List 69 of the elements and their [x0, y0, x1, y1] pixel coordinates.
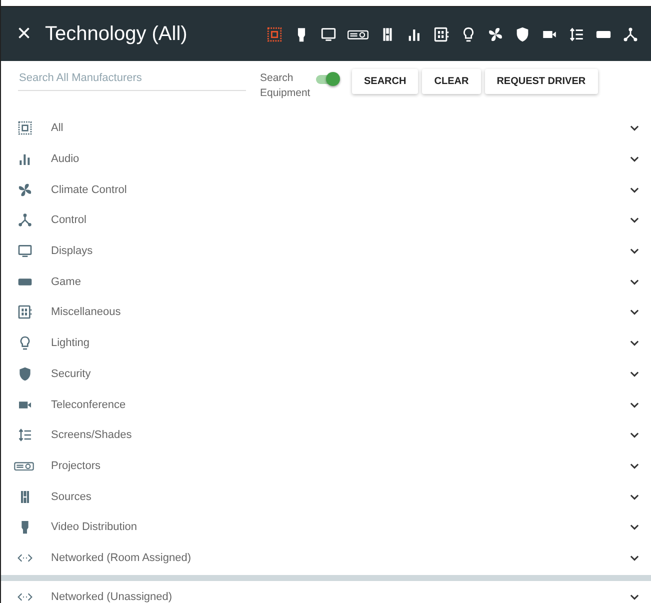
- category-row[interactable]: Networked (Unassigned): [1, 581, 651, 603]
- category-label: Climate Control: [51, 184, 128, 196]
- close-button[interactable]: ×: [11, 22, 38, 46]
- category-label: Lighting: [51, 337, 91, 350]
- category-row[interactable]: Audio: [1, 144, 651, 174]
- category-row[interactable]: Security: [1, 358, 651, 390]
- action-button[interactable]: REQUEST DRIVER: [484, 69, 598, 94]
- category-label: Networked (Room Assigned): [51, 552, 192, 564]
- category-label: Audio: [51, 153, 80, 166]
- chevron-icon[interactable]: [630, 248, 639, 254]
- chevron-icon[interactable]: [630, 186, 639, 193]
- shield-icon[interactable]: [514, 26, 531, 42]
- category-label: Teleconference: [51, 398, 127, 411]
- chevron-icon[interactable]: [630, 156, 639, 162]
- chevron-icon[interactable]: [630, 432, 639, 438]
- window-title: Technology (All): [45, 22, 188, 46]
- chevron-icon[interactable]: [630, 554, 639, 561]
- fan-icon[interactable]: [487, 26, 504, 42]
- category-row[interactable]: Projectors: [1, 450, 651, 482]
- chip-icon[interactable]: [266, 26, 283, 42]
- category-label: Control: [51, 214, 88, 226]
- chevron-icon[interactable]: [630, 278, 639, 285]
- category-label: Miscellaneous: [51, 306, 122, 318]
- category-label: Projectors: [51, 460, 102, 472]
- chevron-icon[interactable]: [630, 340, 639, 346]
- shield-icon: [17, 366, 33, 382]
- toggle-label: Search Equipment: [260, 71, 312, 101]
- panel-icon: [17, 304, 33, 320]
- panel-icon[interactable]: [433, 26, 450, 42]
- category-row[interactable]: Sources: [1, 481, 651, 512]
- chevron-icon[interactable]: [630, 462, 639, 469]
- chevron-icon[interactable]: [630, 217, 639, 224]
- chevron-icon[interactable]: [630, 402, 639, 408]
- list-icon[interactable]: [568, 26, 585, 42]
- category-row[interactable]: All: [1, 113, 651, 144]
- category-label: Game: [51, 276, 82, 288]
- category-row[interactable]: Climate Control: [1, 174, 651, 206]
- category-row[interactable]: Control: [1, 205, 651, 236]
- category-label: Networked (Unassigned): [51, 590, 174, 603]
- category-row[interactable]: Teleconference: [1, 389, 651, 420]
- chevron-icon[interactable]: [630, 309, 639, 316]
- category-label: All: [51, 122, 64, 134]
- toggle-switch[interactable]: [316, 75, 338, 84]
- chevron-icon[interactable]: [630, 494, 639, 500]
- nodes-icon[interactable]: [622, 26, 639, 42]
- fan-icon: [17, 182, 33, 198]
- category-label: Security: [51, 368, 92, 380]
- action-button[interactable]: SEARCH: [352, 69, 418, 94]
- nodes-icon: [17, 212, 33, 228]
- category-row[interactable]: Miscellaneous: [1, 297, 651, 328]
- category-label: Displays: [51, 245, 94, 258]
- category-row[interactable]: Screens/Shades: [1, 420, 651, 451]
- action-button[interactable]: CLEAR: [422, 69, 481, 94]
- category-label: Screens/Shades: [51, 429, 133, 442]
- category-row[interactable]: Displays: [1, 236, 651, 266]
- category-row[interactable]: Video Distribution: [1, 512, 651, 543]
- chevron-icon[interactable]: [630, 370, 639, 377]
- chevron-icon[interactable]: [630, 125, 639, 132]
- chevron-icon[interactable]: [630, 594, 639, 600]
- monitor-icon: [17, 243, 33, 260]
- category-label: Video Distribution: [51, 521, 138, 534]
- category-row[interactable]: Lighting: [1, 328, 651, 358]
- chip-icon: [17, 120, 33, 136]
- list-icon: [17, 427, 33, 444]
- chevron-icon[interactable]: [630, 524, 639, 530]
- category-label: Sources: [51, 490, 92, 503]
- monitor-icon[interactable]: [320, 26, 337, 42]
- category-row[interactable]: Networked (Room Assigned): [1, 542, 651, 574]
- category-row[interactable]: Game: [1, 266, 651, 298]
